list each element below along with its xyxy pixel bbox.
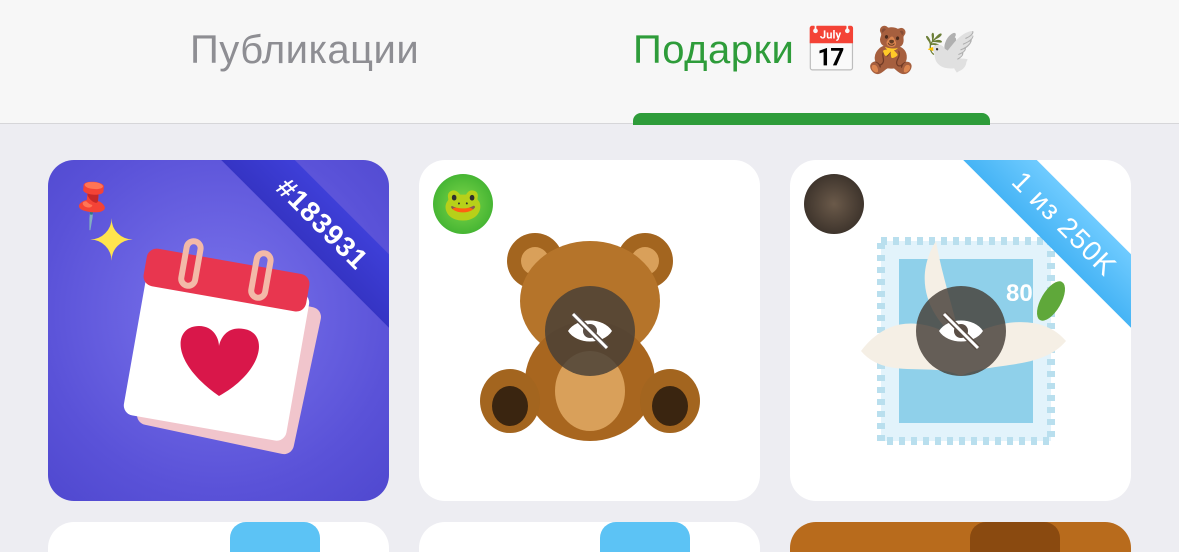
ribbon-corner	[600, 522, 690, 552]
gift-card-teddy-bear[interactable]: 🐸	[419, 160, 760, 501]
ribbon-corner	[230, 522, 320, 552]
sender-avatar[interactable]	[804, 174, 864, 234]
active-tab-indicator	[633, 113, 990, 125]
ribbon-corner	[970, 522, 1060, 552]
sender-avatar[interactable]: 🐸	[433, 174, 493, 234]
profile-tabs-bar: Публикации Подарки 📅 🧸 🕊️	[0, 0, 1179, 125]
teddy-bear-icon: 🧸	[863, 25, 919, 75]
tab-gifts[interactable]: Подарки 📅 🧸 🕊️	[633, 28, 978, 73]
gift-card-row2[interactable]	[48, 522, 389, 552]
sparkle-icon: ✦	[88, 209, 135, 272]
tab-gifts-icons: 📅 🧸 🕊️	[804, 25, 979, 75]
gift-card-calendar[interactable]: 📌 ✦ #183931	[48, 160, 389, 501]
svg-text:80: 80	[1006, 280, 1033, 307]
calendar-icon: 📅	[804, 25, 860, 75]
gift-card-row2[interactable]	[790, 522, 1131, 552]
tab-publications[interactable]: Публикации	[190, 28, 419, 73]
tab-gifts-label: Подарки	[633, 28, 795, 72]
eye-slash-icon	[545, 286, 635, 376]
eye-slash-icon	[916, 286, 1006, 376]
dove-icon: 🕊️	[922, 25, 979, 75]
gift-card-dove[interactable]: 80 1 из 250K	[790, 160, 1131, 501]
gift-card-row2[interactable]	[419, 522, 760, 552]
